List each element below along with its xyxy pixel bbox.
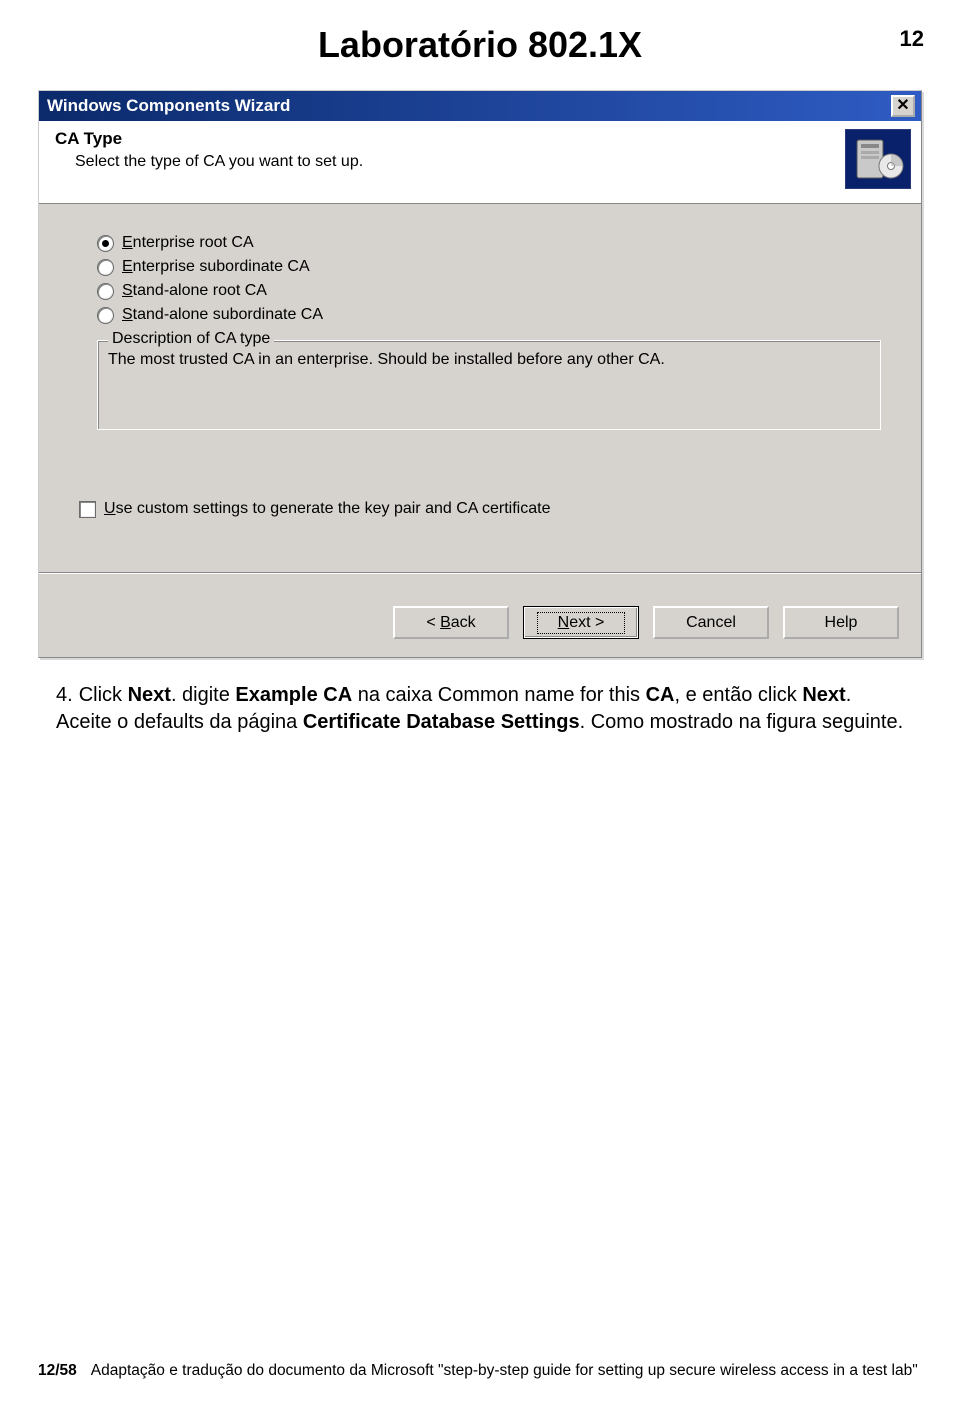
close-button[interactable]: ✕ (891, 95, 915, 117)
wizard-step-subtitle: Select the type of CA you want to set up… (55, 153, 363, 171)
wizard-step-title: CA Type (55, 129, 363, 149)
instruction-paragraph: 4.Click Next. digite Example CA na caixa… (56, 682, 904, 736)
button-label: Help (825, 614, 858, 632)
cancel-button[interactable]: Cancel (653, 606, 769, 639)
radio-enterprise-subordinate-ca[interactable]: Enterprise subordinate CA (97, 258, 881, 276)
wizard-button-row: < Back Next > Cancel Help (39, 588, 921, 657)
step-number: 4. (56, 684, 73, 706)
radio-standalone-subordinate-ca[interactable]: Stand-alone subordinate CA (97, 306, 881, 324)
button-label: < Back (426, 614, 475, 632)
description-groupbox: Description of CA type The most trusted … (97, 340, 881, 430)
wizard-header-text: CA Type Select the type of CA you want t… (55, 129, 363, 171)
footer-text: Adaptação e tradução do documento da Mic… (91, 1362, 918, 1379)
checkbox-icon (79, 501, 96, 518)
page-footer: 12/58 Adaptação e tradução do documento d… (38, 1362, 930, 1380)
groupbox-legend: Description of CA type (108, 330, 274, 348)
ca-type-description: The most trusted CA in an enterprise. Sh… (108, 351, 870, 369)
next-button[interactable]: Next > (523, 606, 639, 639)
close-icon: ✕ (896, 98, 909, 114)
custom-settings-checkbox[interactable]: Use custom settings to generate the key … (79, 500, 881, 518)
button-label: Next > (537, 612, 626, 634)
back-button[interactable]: < Back (393, 606, 509, 639)
radio-label: Enterprise subordinate CA (122, 258, 310, 276)
wizard-header: CA Type Select the type of CA you want t… (39, 121, 921, 204)
wizard-icon (845, 129, 911, 189)
radio-icon (97, 259, 114, 276)
footer-page: 12/58 (38, 1362, 77, 1379)
divider (39, 572, 921, 574)
page-number: 12 (900, 26, 924, 52)
radio-standalone-root-ca[interactable]: Stand-alone root CA (97, 282, 881, 300)
window-title: Windows Components Wizard (47, 96, 290, 116)
wizard-body: Enterprise root CA Enterprise subordinat… (39, 204, 921, 588)
wizard-dialog: Windows Components Wizard ✕ CA Type Sele… (38, 90, 922, 658)
titlebar: Windows Components Wizard ✕ (39, 91, 921, 121)
radio-icon (97, 235, 114, 252)
radio-label: Enterprise root CA (122, 234, 254, 252)
radio-icon (97, 283, 114, 300)
checkbox-label: Use custom settings to generate the key … (104, 500, 550, 518)
radio-label: Stand-alone root CA (122, 282, 267, 300)
help-button[interactable]: Help (783, 606, 899, 639)
radio-enterprise-root-ca[interactable]: Enterprise root CA (97, 234, 881, 252)
server-cd-icon (851, 134, 905, 184)
page-title: Laboratório 802.1X (0, 0, 960, 76)
radio-label: Stand-alone subordinate CA (122, 306, 323, 324)
button-label: Cancel (686, 614, 736, 632)
radio-icon (97, 307, 114, 324)
